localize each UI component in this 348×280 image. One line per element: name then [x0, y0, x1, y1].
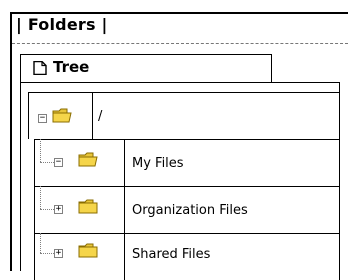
tab-tree[interactable]: Tree	[20, 54, 272, 82]
expand-icon[interactable]: +	[54, 249, 63, 258]
tab-tree-label: Tree	[53, 58, 90, 76]
collapse-icon[interactable]: −	[54, 158, 63, 167]
tree-row-organization-files[interactable]: + Organization Files	[34, 186, 340, 233]
open-folder-icon	[52, 108, 72, 123]
tree-label: Shared Files	[132, 247, 211, 262]
tree-row-shared-files[interactable]: + Shared Files	[34, 233, 340, 280]
tree-label: Organization Files	[132, 203, 248, 218]
title-divider	[12, 43, 348, 44]
folder-icon	[78, 199, 98, 214]
tree-label: /	[98, 109, 103, 124]
page-icon	[33, 61, 47, 75]
expand-icon[interactable]: +	[54, 205, 63, 214]
tree-label: My Files	[132, 156, 184, 171]
folder-icon	[78, 243, 98, 258]
open-folder-icon	[78, 152, 98, 167]
panel-title: | Folders |	[16, 15, 108, 34]
collapse-icon[interactable]: −	[38, 114, 47, 123]
tree-row-my-files[interactable]: − My Files	[34, 139, 340, 186]
tree-row-root[interactable]: − /	[28, 92, 340, 139]
